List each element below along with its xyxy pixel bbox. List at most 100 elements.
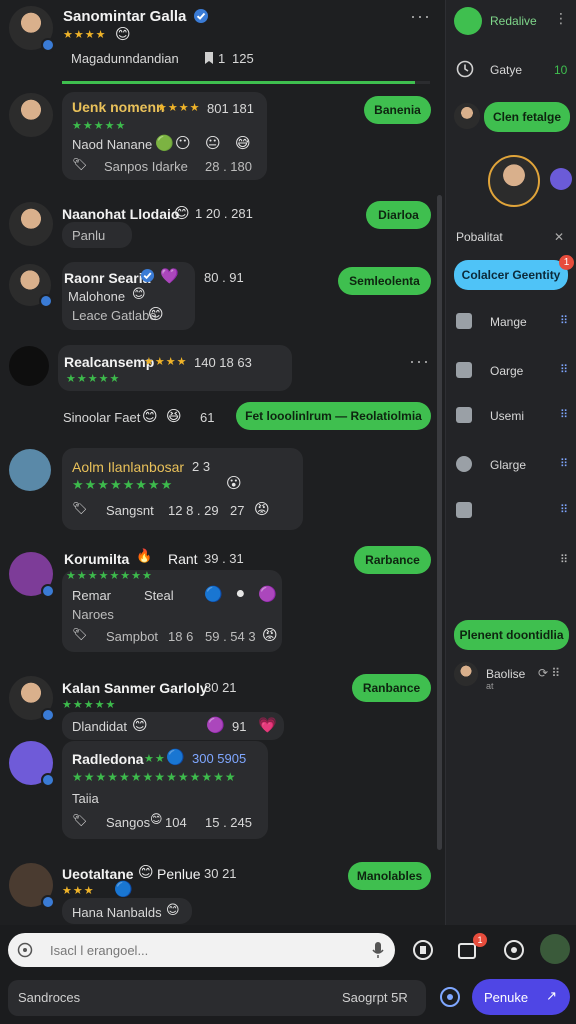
message-avatar[interactable] <box>9 863 55 909</box>
pink-emoji-icon: 💗 <box>258 717 277 734</box>
notifications-badge: 1 <box>473 933 487 947</box>
angry-emoji-icon: 😡 <box>254 501 270 518</box>
message-author-suffix: Penlue <box>157 866 201 882</box>
message-numbers: 2 3 <box>192 459 211 474</box>
message-numbers: 801 181 <box>207 101 254 116</box>
side-blue-badge: 1 <box>559 255 574 270</box>
globe-emoji-icon: 🔵 <box>114 881 133 898</box>
smile-emoji-icon: 😊 <box>174 205 190 222</box>
side-contact-avatar[interactable] <box>454 103 480 129</box>
side-blue-pill[interactable]: Colalcer Geentity <box>454 260 568 290</box>
smile-emoji-icon: 😊 <box>148 306 164 323</box>
globe-emoji-icon: 🔵 <box>166 749 185 766</box>
message-action-button[interactable]: Ranbance <box>352 674 431 702</box>
message-line-2: Naroes <box>72 607 114 622</box>
side-item-label[interactable]: Glarge <box>490 458 526 472</box>
message-numbers-2: 18 6 <box>168 629 194 644</box>
purple-emoji-icon: 🟣 <box>258 586 277 603</box>
side-more-icon[interactable]: ⋮ <box>554 10 569 27</box>
message-line-1: Remar <box>72 588 112 603</box>
verified-badge <box>41 708 55 722</box>
message-action-button[interactable]: Manolables <box>348 862 431 890</box>
side-item-dots-icon: ⠿ <box>559 504 568 516</box>
header-subtitle: Magadunndandian <box>71 51 179 66</box>
side-close-icon[interactable]: ✕ <box>554 230 564 244</box>
message-action-button[interactable]: Semleolenta <box>338 267 431 295</box>
message-avatar[interactable] <box>9 676 55 722</box>
header-title: Sanomintar Galla <box>63 8 187 25</box>
footer-left-label[interactable]: Sandroces <box>18 990 80 1005</box>
message-avatar[interactable] <box>9 449 51 491</box>
side-featured-avatar[interactable] <box>488 155 540 207</box>
smile-emoji-icon: 😊 <box>132 717 148 734</box>
message-avatar[interactable] <box>9 264 53 308</box>
side-user-avatar[interactable] <box>454 7 482 35</box>
verified-badge <box>41 584 55 598</box>
camera-icon[interactable] <box>503 939 525 961</box>
message-action-button[interactable]: Rarbance <box>354 546 431 574</box>
message-avatar[interactable] <box>9 346 49 386</box>
more-options-icon[interactable]: ··· <box>410 6 431 27</box>
folder-icon[interactable] <box>456 502 472 518</box>
more-options-icon[interactable]: ··· <box>409 351 430 372</box>
message-numbers-3: 59 . 54 3 <box>205 629 256 644</box>
message-numbers-3: 15 . 245 <box>205 815 252 830</box>
side-bottom-avatar[interactable] <box>454 662 478 686</box>
chat-icon[interactable] <box>456 456 472 472</box>
grid-icon[interactable] <box>456 407 472 423</box>
message-author: Naanohat Llodaio <box>62 206 180 222</box>
purple-emoji-icon: 🟣 <box>206 717 225 734</box>
side-bottom-pill[interactable]: Plenent doontidlia <box>454 620 569 650</box>
header-avatar[interactable] <box>9 6 55 52</box>
message-numbers: 300 5905 <box>192 751 247 766</box>
message-author: Radledona <box>72 751 144 767</box>
message-action-button[interactable]: Fet looolinlrum — Reolatiolmia <box>236 402 431 430</box>
message-line-1: Dlandidat <box>72 719 127 734</box>
side-bottom-user-sub: at <box>486 681 494 691</box>
side-row-label[interactable]: Gatye <box>490 63 522 77</box>
tag-emoji-icon: 🏷 <box>72 157 88 171</box>
emoji-picker-icon[interactable] <box>17 942 33 958</box>
side-item-label[interactable]: Mange <box>490 315 527 329</box>
bookmark-icon <box>205 52 213 64</box>
side-green-pill[interactable]: Clen fetalge <box>484 102 570 132</box>
message-avatar[interactable] <box>9 552 55 598</box>
side-bottom-action-icon[interactable]: ⟳ ⠿ <box>538 666 560 680</box>
message-action-button[interactable]: Banenia <box>364 96 431 124</box>
message-line-1-b: Steal <box>144 588 174 603</box>
home-icon[interactable] <box>456 313 472 329</box>
message-author: Korumilta <box>64 551 130 567</box>
message-line-2: Sanpos Idarke <box>104 159 188 174</box>
message-action-button[interactable]: Diarloa <box>366 201 431 229</box>
message-line-1: Naod Nanane <box>72 137 153 152</box>
message-composer[interactable]: Isacl l erangoel... <box>8 933 395 967</box>
side-item-label[interactable]: Oarge <box>490 364 523 378</box>
message-author: Raonr Searia <box>64 270 151 286</box>
microphone-icon[interactable] <box>371 941 385 959</box>
smile-emoji-icon: 😊 <box>142 408 158 425</box>
side-item-dots-icon: ⠿ <box>559 458 568 470</box>
message-rating: ★★★ <box>62 885 95 897</box>
primary-action-label: Penuke <box>484 989 529 1005</box>
message-numbers: 30 21 <box>204 866 237 881</box>
side-section-label: Pobalitat <box>456 230 503 244</box>
message-avatar[interactable] <box>9 202 53 246</box>
header-count-b: 125 <box>232 51 254 66</box>
side-item-label[interactable]: Usemi <box>490 409 524 423</box>
verified-badge <box>41 895 55 909</box>
primary-action-button[interactable]: Penuke ↗ <box>472 979 570 1015</box>
message-line-1: Taiia <box>72 791 99 806</box>
share-icon[interactable] <box>439 986 461 1008</box>
shocked-emoji-icon: 😮 <box>226 475 242 492</box>
lock-icon[interactable] <box>456 362 472 378</box>
composer-input[interactable]: Isacl l erangoel... <box>50 943 148 958</box>
composer-user-avatar[interactable] <box>540 934 570 964</box>
scrollbar[interactable] <box>437 195 442 850</box>
dark-emoji-icon: ⚫ <box>234 586 247 603</box>
message-avatar[interactable] <box>9 93 53 137</box>
message-avatar[interactable] <box>9 741 55 787</box>
attach-icon[interactable] <box>412 939 434 961</box>
face-emoji-icon: 😶 <box>175 135 191 152</box>
angry-emoji-icon: 😡 <box>262 627 278 644</box>
side-bottom-user: Baolise <box>486 667 526 681</box>
